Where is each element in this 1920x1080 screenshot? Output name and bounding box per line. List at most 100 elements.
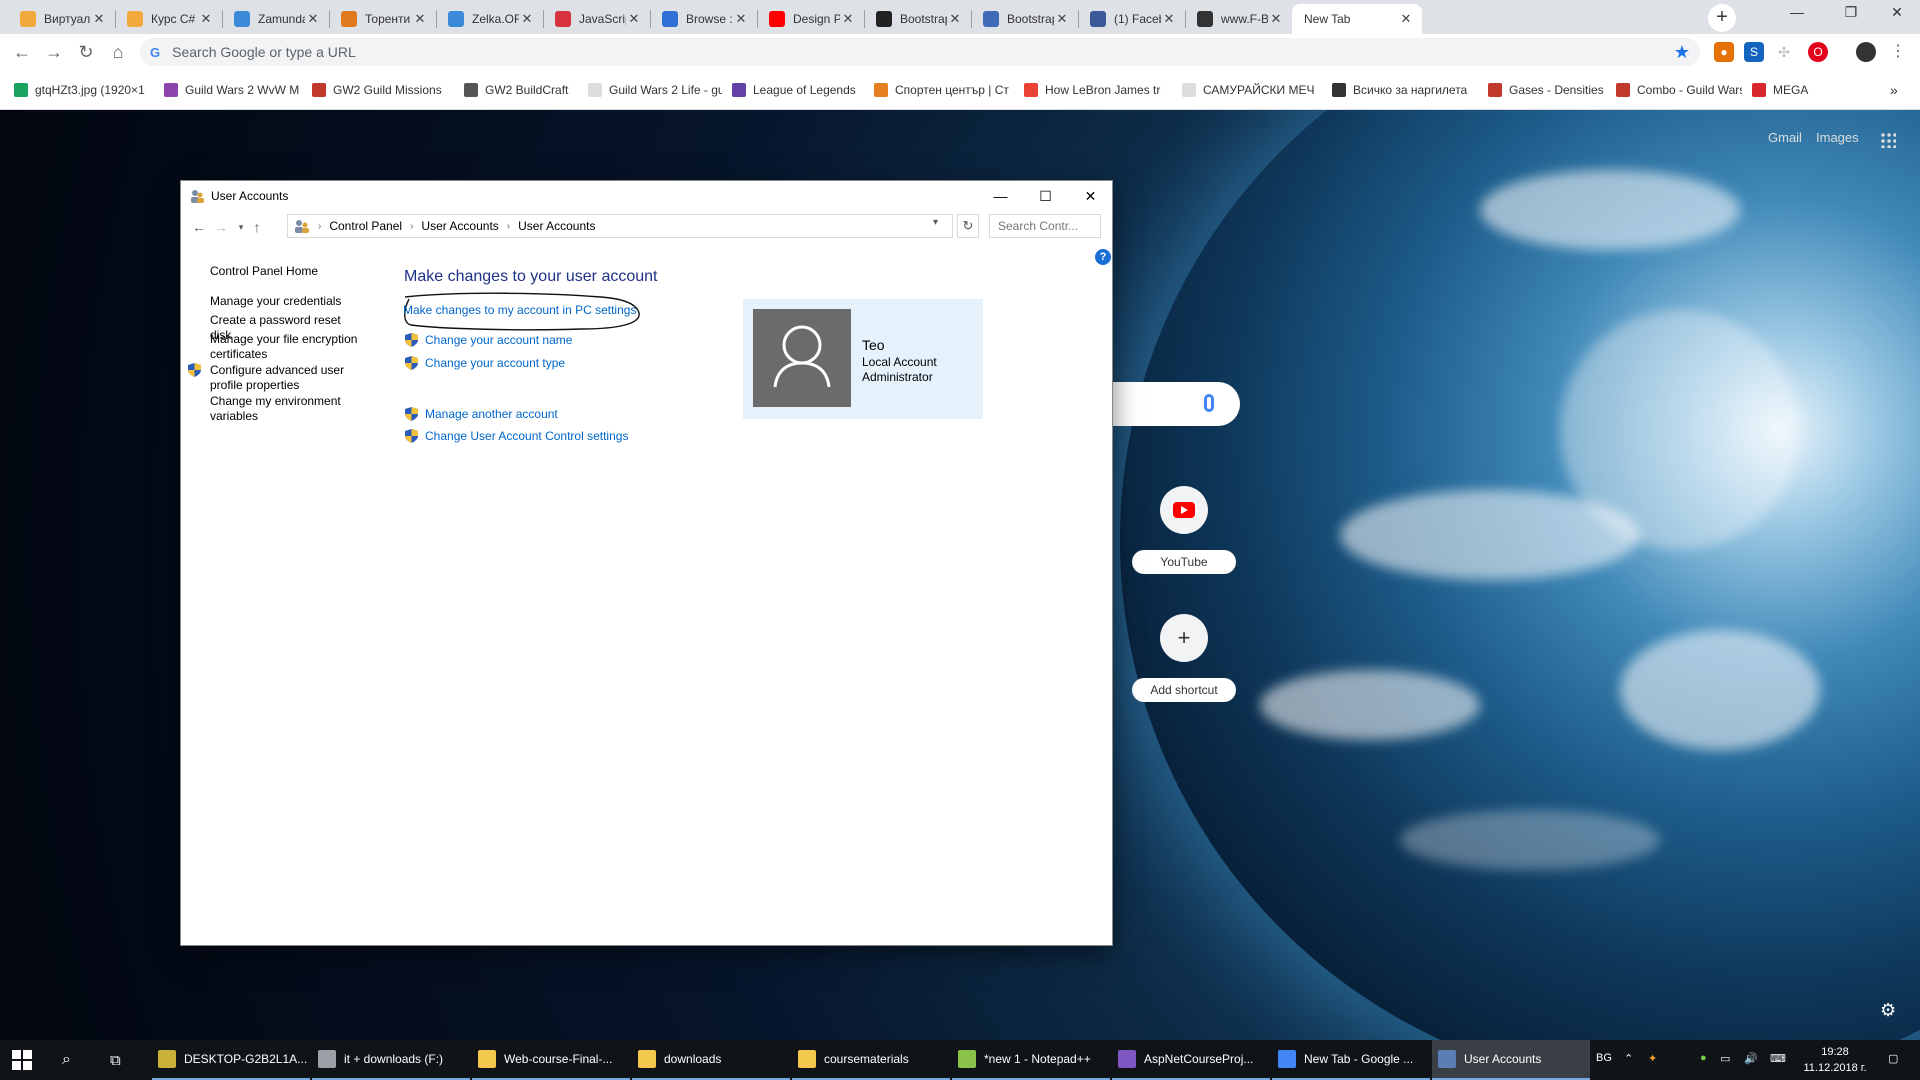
add-shortcut-button[interactable]: + xyxy=(1160,614,1208,662)
change-account-type-link[interactable]: Change your account type xyxy=(425,356,565,370)
bookmark-item[interactable]: Combo - Guild Wars xyxy=(1616,80,1742,100)
taskbar-item[interactable]: *new 1 - Notepad++ xyxy=(952,1040,1110,1080)
browser-tab[interactable]: Торенти | A✕ xyxy=(329,4,436,34)
taskbar-item[interactable]: AspNetCourseProj... xyxy=(1112,1040,1270,1080)
bookmark-item[interactable]: GW2 Guild Missions xyxy=(312,80,454,100)
file-encryption-link[interactable]: Manage your file encryption certificates xyxy=(210,332,360,362)
language-indicator[interactable]: BG xyxy=(1596,1052,1612,1064)
extension-s-icon[interactable]: S xyxy=(1744,42,1764,62)
tab-close-icon[interactable]: ✕ xyxy=(626,11,642,27)
taskbar-item[interactable]: downloads xyxy=(632,1040,790,1080)
help-icon[interactable]: ? xyxy=(1095,249,1111,265)
microphone-icon[interactable] xyxy=(1204,394,1214,412)
bookmark-item[interactable]: Gases - Densities xyxy=(1488,80,1606,100)
tab-close-icon[interactable]: ✕ xyxy=(1054,11,1070,27)
chrome-menu-icon[interactable]: ⋮ xyxy=(1888,42,1908,62)
breadcrumb-user-accounts[interactable]: User Accounts xyxy=(421,219,498,233)
browser-tab[interactable]: Курс C# MV✕ xyxy=(115,4,222,34)
browser-tab[interactable]: Виртуал ✕ xyxy=(8,4,115,34)
tab-close-icon[interactable]: ✕ xyxy=(733,11,749,27)
browser-tab[interactable]: (1) Facebook✕ xyxy=(1078,4,1185,34)
environment-variables-link[interactable]: Change my environment variables xyxy=(210,394,360,424)
restore-browser-button[interactable]: ❐ xyxy=(1828,4,1874,28)
tab-close-icon[interactable]: ✕ xyxy=(305,11,321,27)
extension-fox-icon[interactable]: ● xyxy=(1714,42,1734,62)
back-icon[interactable]: ← xyxy=(10,40,34,64)
extension-puzzle-icon[interactable]: ✣ xyxy=(1774,42,1794,62)
minimize-browser-button[interactable]: — xyxy=(1774,4,1820,28)
uac-settings-link[interactable]: Change User Account Control settings xyxy=(425,429,628,443)
forward-icon[interactable]: → xyxy=(42,40,66,64)
browser-tab[interactable]: Design Patte✕ xyxy=(757,4,864,34)
tray-green-icon[interactable]: ● xyxy=(1700,1052,1707,1064)
minimize-window-button[interactable]: — xyxy=(978,181,1023,211)
tray-chevron-icon[interactable]: ⌃ xyxy=(1624,1052,1633,1065)
google-apps-icon[interactable] xyxy=(1880,132,1896,148)
change-account-name-link[interactable]: Change your account name xyxy=(425,333,572,347)
add-shortcut-label[interactable]: Add shortcut xyxy=(1132,678,1236,702)
tab-close-icon[interactable]: ✕ xyxy=(198,11,214,27)
tab-close-icon[interactable]: ✕ xyxy=(412,11,428,27)
search-icon[interactable]: ⌕ xyxy=(62,1040,71,1080)
customize-gear-icon[interactable]: ⚙ xyxy=(1880,1000,1896,1021)
keyboard-icon[interactable]: ⌨ xyxy=(1770,1052,1786,1065)
refresh-icon[interactable]: ↻ xyxy=(957,214,979,238)
bookmark-item[interactable]: Спортен център | Ст xyxy=(874,80,1014,100)
browser-tab[interactable]: Zamunda.NE✕ xyxy=(222,4,329,34)
manage-credentials-link[interactable]: Manage your credentials xyxy=(210,294,360,309)
close-browser-button[interactable]: ✕ xyxy=(1874,4,1920,28)
browser-tab[interactable]: JavaScript B✕ xyxy=(543,4,650,34)
close-window-button[interactable]: ✕ xyxy=(1068,181,1113,211)
manage-another-account-link[interactable]: Manage another account xyxy=(425,407,558,421)
browser-tab[interactable]: Bootstrap 4✕ xyxy=(864,4,971,34)
browser-tab[interactable]: Bootstrap Sr✕ xyxy=(971,4,1078,34)
advanced-profile-link[interactable]: Configure advanced user profile properti… xyxy=(210,363,360,393)
tab-close-icon[interactable]: ✕ xyxy=(947,11,963,27)
browser-tab[interactable]: Browse :: Ny✕ xyxy=(650,4,757,34)
volume-icon[interactable]: 🔊 xyxy=(1744,1052,1758,1065)
explorer-forward-icon[interactable]: → xyxy=(211,217,231,237)
youtube-shortcut-label[interactable]: YouTube xyxy=(1132,550,1236,574)
tab-close-icon[interactable]: ✕ xyxy=(840,11,856,27)
browser-tab[interactable]: New Tab ✕ xyxy=(1292,4,1422,34)
bookmark-star-icon[interactable]: ★ xyxy=(1672,42,1692,62)
bookmark-item[interactable]: САМУРАЙСКИ МЕЧ xyxy=(1182,80,1322,100)
tab-close-icon[interactable]: ✕ xyxy=(91,11,107,27)
breadcrumb-user-accounts-current[interactable]: User Accounts xyxy=(518,219,595,233)
network-icon[interactable]: ▭ xyxy=(1720,1052,1730,1065)
bookmark-item[interactable]: League of Legends xyxy=(732,80,864,100)
address-bar[interactable]: › Control Panel › User Accounts › User A… xyxy=(287,214,953,238)
new-tab-button[interactable]: + xyxy=(1708,4,1736,32)
search-control-panel-input[interactable]: Search Contr... xyxy=(989,214,1101,238)
bookmark-item[interactable]: MEGA xyxy=(1752,80,1822,100)
youtube-shortcut[interactable] xyxy=(1160,486,1208,534)
bookmark-item[interactable]: Guild Wars 2 WvW M xyxy=(164,80,302,100)
tab-close-icon[interactable]: ✕ xyxy=(519,11,535,27)
pc-settings-link[interactable]: Make changes to my account in PC setting… xyxy=(403,303,636,317)
address-dropdown-icon[interactable]: ▾ xyxy=(933,217,938,228)
omnibox[interactable]: G Search Google or type a URL xyxy=(140,38,1700,66)
browser-tab[interactable]: Zelka.ORG✕ xyxy=(436,4,543,34)
bookmarks-overflow-button[interactable]: » xyxy=(1890,80,1898,100)
tab-close-icon[interactable]: ✕ xyxy=(1161,11,1177,27)
maximize-window-button[interactable]: ☐ xyxy=(1023,181,1068,211)
bookmark-item[interactable]: Guild Wars 2 Life - gu xyxy=(588,80,722,100)
opera-extension-icon[interactable]: O xyxy=(1808,42,1828,62)
task-view-icon[interactable]: ⧉ xyxy=(110,1040,121,1080)
taskbar-item[interactable]: coursematerials xyxy=(792,1040,950,1080)
bookmark-item[interactable]: gtqHZt3.jpg (1920×1 xyxy=(14,80,154,100)
notifications-icon[interactable]: ▢ xyxy=(1888,1052,1898,1065)
bookmark-item[interactable]: How LeBron James tr xyxy=(1024,80,1172,100)
taskbar-item[interactable]: New Tab - Google ... xyxy=(1272,1040,1430,1080)
taskbar-item[interactable]: DESKTOP-G2B2L1A... xyxy=(152,1040,310,1080)
profile-avatar-icon[interactable] xyxy=(1856,42,1876,62)
images-link[interactable]: Images xyxy=(1816,130,1859,145)
ntp-search-box[interactable] xyxy=(1112,382,1240,426)
browser-tab[interactable]: www.F-Bg.c✕ xyxy=(1185,4,1292,34)
gmail-link[interactable]: Gmail xyxy=(1768,130,1802,145)
tab-close-icon[interactable]: ✕ xyxy=(1268,11,1284,27)
control-panel-home-link[interactable]: Control Panel Home xyxy=(210,264,360,279)
taskbar-item[interactable]: it + downloads (F:) xyxy=(312,1040,470,1080)
taskbar-item[interactable]: User Accounts xyxy=(1432,1040,1590,1080)
home-icon[interactable]: ⌂ xyxy=(106,40,130,64)
